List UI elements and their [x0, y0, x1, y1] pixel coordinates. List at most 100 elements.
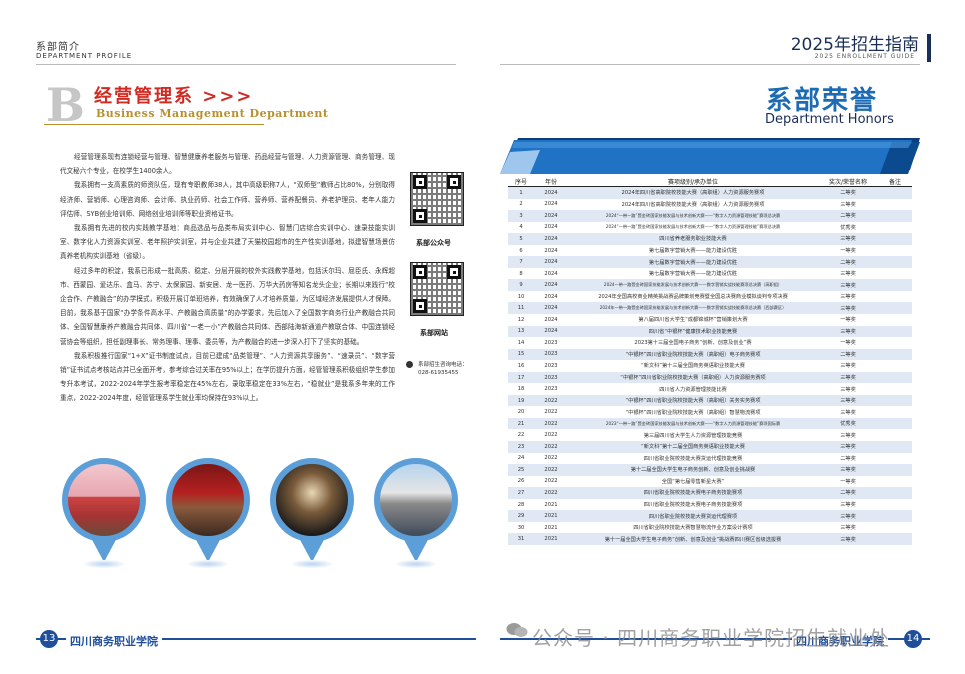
cell-year: 2022: [534, 394, 568, 407]
cell-competition: 第三届四川省大学生人力资源管理技能竞赛: [643, 432, 743, 439]
table-row: 25 2022 第十二届全国大学生电子商务创新、创意及创业挑战赛 三等奖: [508, 464, 912, 476]
cell-competition: 四川省职业院校技能大赛货运代理技能竞赛: [643, 455, 743, 462]
qr-finder: [447, 265, 461, 279]
cell-year: 2023: [534, 371, 568, 384]
cell-index: 3: [508, 210, 534, 222]
cell-competition: 2024“一带一路”暨金砖国家技能发展与技术创新大赛——“数字人力资源管理技能”…: [568, 210, 818, 222]
cell-competition: 全国“第七届零售新星大赛”: [661, 478, 725, 485]
cell-note: [878, 256, 912, 268]
header-section-title: 系部简介: [36, 42, 80, 53]
cell-competition: “新文科”第十二届全国商务英语职业技能大赛: [568, 441, 818, 453]
cell-competition: “新文科”第十三届全国商务英语职业技能大赛: [641, 363, 745, 370]
cell-competition: 四川省职业院校技能大赛电子商务技能赛项: [643, 502, 743, 509]
cell-index: 27: [508, 487, 534, 499]
cell-year: 2024: [544, 270, 558, 277]
cell-year: 2024: [544, 293, 558, 300]
table-row: 21 2022 2023“一带一路”暨金砖国家技能发展与技术创新大赛——“数字人力资…: [508, 417, 912, 430]
cell-note: [878, 291, 912, 303]
cell-award: 三等奖: [840, 386, 856, 393]
cell-award: 三等奖: [840, 271, 856, 278]
cell-year: 2024: [544, 201, 558, 208]
cell-index: 22: [517, 432, 525, 439]
cell-index: 8: [519, 270, 523, 277]
cell-index: 23: [508, 441, 534, 453]
wechat-qr-label: 系部公众号: [416, 239, 451, 247]
table-row: 10 2024 2024年全国高校商业精英挑战赛品牌策划竞赛暨全国总决赛商业模拟谈判…: [508, 291, 912, 303]
cell-index: 17: [508, 371, 534, 384]
table-row: 11 2024 2024年一带一路暨金砖国家技能发展与技术创新大赛——数字营销实战技…: [508, 302, 912, 315]
cell-year: 2024: [534, 210, 568, 222]
cell-year: 2023: [534, 348, 568, 361]
table-row: 26 2022 全国“第七届零售新星大赛” 一等奖: [508, 476, 912, 488]
cell-year: 2024: [534, 186, 568, 199]
cell-award: 三等奖: [840, 525, 856, 532]
cell-note: [878, 279, 912, 291]
cell-note: [878, 533, 912, 545]
table-row: 14 2023 2023第十三届全国电子商务“创新、创意及创业”赛 一等奖: [508, 337, 912, 349]
cell-competition: 2024年四川省高职院校技能大赛（高职组）人力资源服务赛项: [568, 186, 818, 199]
cell-note: [878, 394, 912, 407]
cell-year: 2024: [534, 325, 568, 338]
table-row: 8 2024 第七届数字营销大赛——能力建设优胜 三等奖: [508, 268, 912, 280]
cell-index: 12: [517, 316, 525, 323]
website-qr-code[interactable]: [410, 262, 464, 316]
cell-note: [878, 417, 912, 430]
cell-index: 13: [508, 325, 534, 338]
cell-award: 一等奖: [840, 340, 856, 347]
cell-award: 三等奖: [818, 371, 878, 384]
cell-year: 2024: [544, 224, 558, 231]
cell-note: [878, 522, 912, 534]
cell-award: 三等奖: [840, 363, 856, 370]
column-header-index: 序号: [508, 176, 534, 187]
table-row: 9 2024 2024一带一路暨金砖国家技能发展与技术创新大赛——数字营销实战技能赛…: [508, 279, 912, 291]
wechat-icon: [506, 622, 528, 638]
cell-award: 三等奖: [840, 294, 856, 301]
honors-table-body: 1 2024 2024年四川省高职院校技能大赛（高职组）人力资源服务赛项 二等奖 2 20…: [508, 186, 912, 545]
pin-shadow: [292, 560, 332, 568]
cell-note: [878, 360, 912, 372]
cell-competition: 2024年一带一路暨金砖国家技能发展与技术创新大赛——数字营销实战技能赛项总决赛…: [568, 302, 818, 315]
cell-year: 2024: [534, 302, 568, 315]
pin-shadow: [188, 560, 228, 568]
cell-index: 6: [519, 247, 523, 254]
header-divider-right: [500, 64, 920, 65]
cell-year: 2024: [534, 256, 568, 268]
cell-index: 18: [517, 386, 525, 393]
cell-year: 2024: [534, 279, 568, 291]
table-row: 7 2024 第七届数字营销大赛——能力建设优胜 二等奖: [508, 256, 912, 268]
activity-photo: [62, 458, 146, 542]
cell-year: 2023: [544, 362, 558, 369]
paragraph: 经营管理系现有连锁经营与管理、智慧健康养老服务与管理、药品经营与管理、人力资源管…: [60, 153, 395, 176]
cell-award: 一等奖: [840, 248, 856, 254]
activity-photo: [374, 458, 458, 542]
cell-year: 2024: [544, 247, 558, 254]
cell-note: [878, 487, 912, 499]
qr-finder: [447, 175, 461, 189]
cell-competition: 第十一届全国大学生电子商务“创新、创意及创业”挑战赛四川赛区省级选拔赛: [568, 533, 818, 545]
column-header-competition: 赛项级别/承办单位: [568, 176, 818, 187]
table-row: 30 2021 四川省职业院校技能大赛智慧物流作业方案设计赛项 三等奖: [508, 522, 912, 534]
cell-index: 9: [508, 279, 534, 291]
cell-award: 三等奖: [818, 279, 878, 291]
qr-finder: [413, 175, 427, 189]
cell-note: [878, 383, 912, 395]
wechat-qr-code[interactable]: [410, 172, 464, 226]
cell-index: 24: [517, 455, 525, 462]
cell-note: [878, 199, 912, 211]
cell-year: 2024: [534, 233, 568, 245]
cell-competition: 2023第十三届全国电子商务“创新、创意及创业”赛: [634, 340, 752, 347]
cell-note: [878, 245, 912, 257]
cell-year: 2021: [534, 510, 568, 522]
cell-year: 2021: [534, 533, 568, 545]
cell-competition: 第七届数字营销大赛——能力建设优胜: [648, 248, 738, 254]
table-row: 22 2022 第三届四川省大学生人力资源管理技能竞赛 三等奖: [508, 429, 912, 441]
phone-number[interactable]: 028-61935455: [418, 370, 458, 376]
cell-year: 2024: [544, 316, 558, 323]
cell-year: 2021: [544, 501, 558, 508]
cell-index: 30: [517, 524, 525, 531]
cell-index: 29: [508, 510, 534, 522]
cell-index: 15: [508, 348, 534, 361]
honors-banner: [500, 138, 920, 174]
cell-index: 26: [517, 478, 525, 485]
cell-award: 三等奖: [840, 432, 856, 439]
